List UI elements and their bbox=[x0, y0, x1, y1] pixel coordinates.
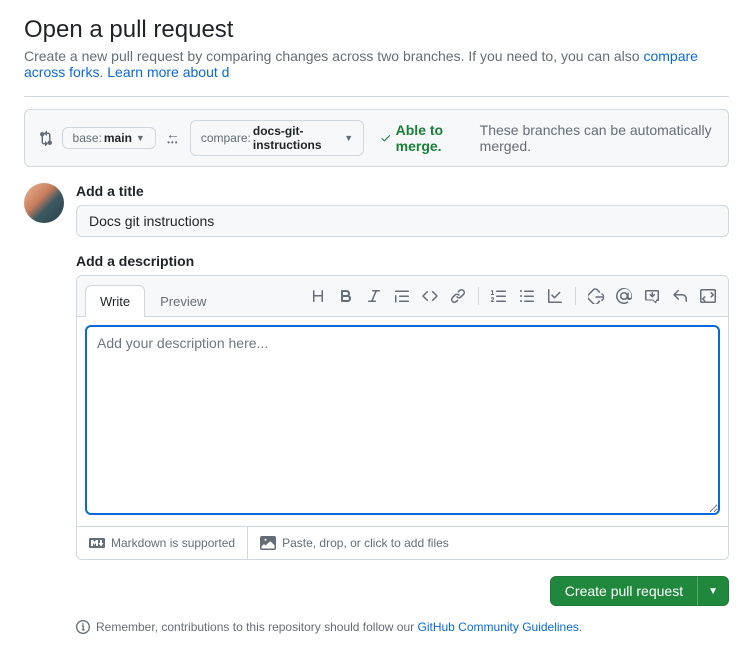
markdown-icon bbox=[89, 535, 105, 551]
bold-icon[interactable] bbox=[334, 284, 358, 308]
page-subtitle: Create a new pull request by comparing c… bbox=[24, 48, 729, 80]
git-compare-icon bbox=[37, 128, 54, 148]
chevron-down-icon: ▼ bbox=[136, 133, 145, 143]
reply-icon[interactable] bbox=[668, 284, 692, 308]
create-pr-dropdown[interactable]: ▼ bbox=[697, 576, 729, 606]
compare-branch-selector[interactable]: compare: docs-git-instructions ▼ bbox=[190, 120, 364, 156]
learn-more-link[interactable]: Learn more about d bbox=[107, 64, 229, 80]
attach-icon[interactable] bbox=[584, 284, 608, 308]
compare-label: compare: bbox=[201, 131, 251, 145]
code-icon[interactable] bbox=[418, 284, 442, 308]
info-icon bbox=[76, 620, 90, 634]
comment-footer: Markdown is supported Paste, drop, or cl… bbox=[77, 526, 728, 559]
link-icon[interactable] bbox=[446, 284, 470, 308]
quote-icon[interactable] bbox=[390, 284, 414, 308]
comment-box: Write Preview bbox=[76, 275, 729, 560]
tab-preview[interactable]: Preview bbox=[145, 285, 221, 317]
tasklist-icon[interactable] bbox=[543, 284, 567, 308]
merge-msg-text: These branches can be automatically merg… bbox=[480, 122, 716, 154]
base-branch-selector[interactable]: base: main ▼ bbox=[62, 127, 156, 149]
arrow-left-icon: ←••• bbox=[164, 130, 182, 145]
fullscreen-icon[interactable] bbox=[696, 284, 720, 308]
description-label: Add a description bbox=[76, 253, 729, 269]
create-pr-button[interactable]: Create pull request bbox=[550, 576, 697, 606]
contrib-pre: Remember, contributions to this reposito… bbox=[96, 620, 418, 634]
base-label: base: bbox=[73, 131, 102, 145]
page-title: Open a pull request bbox=[24, 16, 729, 44]
title-input[interactable] bbox=[76, 205, 729, 237]
attach-hint[interactable]: Paste, drop, or click to add files bbox=[248, 527, 461, 559]
tab-bar: Write Preview bbox=[77, 276, 728, 317]
paste-text: Paste, drop, or click to add files bbox=[282, 536, 449, 550]
markdown-text: Markdown is supported bbox=[111, 536, 235, 550]
guidelines-link[interactable]: GitHub Community Guidelines bbox=[418, 620, 579, 634]
markdown-hint[interactable]: Markdown is supported bbox=[77, 527, 248, 559]
tab-write[interactable]: Write bbox=[85, 285, 145, 317]
italic-icon[interactable] bbox=[362, 284, 386, 308]
toolbar-sep bbox=[478, 287, 479, 305]
mention-icon[interactable] bbox=[612, 284, 636, 308]
subtitle-text: Create a new pull request by comparing c… bbox=[24, 48, 643, 64]
contrib-note: Remember, contributions to this reposito… bbox=[76, 620, 729, 634]
cross-ref-icon[interactable] bbox=[640, 284, 664, 308]
avatar bbox=[24, 183, 64, 223]
submit-row: Create pull request ▼ bbox=[76, 576, 729, 606]
base-branch: main bbox=[104, 131, 132, 145]
merge-status: Able to merge. These branches can be aut… bbox=[380, 122, 716, 154]
list-ordered-icon[interactable] bbox=[487, 284, 511, 308]
heading-icon[interactable] bbox=[306, 284, 330, 308]
merge-ok-text: Able to merge. bbox=[396, 122, 476, 154]
list-unordered-icon[interactable] bbox=[515, 284, 539, 308]
compare-bar: base: main ▼ ←••• compare: docs-git-inst… bbox=[24, 109, 729, 167]
compare-branch: docs-git-instructions bbox=[253, 124, 340, 152]
divider bbox=[24, 96, 729, 97]
description-textarea[interactable] bbox=[85, 325, 720, 515]
contrib-post: . bbox=[579, 620, 582, 634]
title-label: Add a title bbox=[76, 183, 729, 199]
chevron-down-icon: ▼ bbox=[344, 133, 353, 143]
toolbar-sep bbox=[575, 287, 576, 305]
toolbar bbox=[306, 284, 720, 316]
image-icon bbox=[260, 535, 276, 551]
